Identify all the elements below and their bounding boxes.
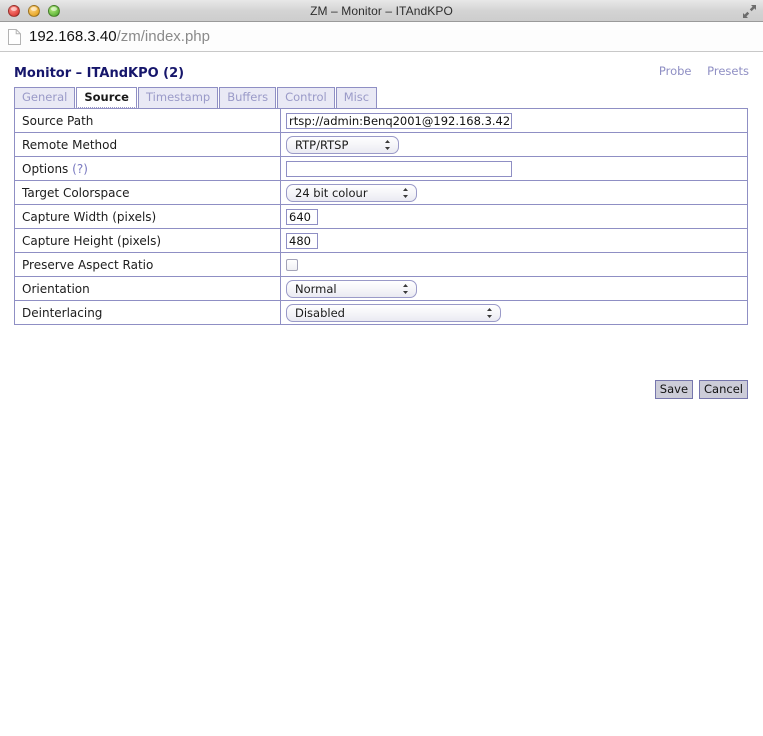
table-row: Target Colorspace 24 bit colour <box>14 180 748 205</box>
orientation-select[interactable]: Normal <box>286 279 417 298</box>
chevron-updown-icon <box>384 139 391 151</box>
capture-height-input[interactable] <box>286 232 318 249</box>
label-capture-width: Capture Width (pixels) <box>14 204 281 229</box>
deinterlacing-select[interactable]: Disabled <box>286 303 501 322</box>
chevron-updown-icon <box>402 283 409 295</box>
field-target-colorspace: 24 bit colour <box>280 180 748 205</box>
label-source-path: Source Path <box>14 108 281 133</box>
save-button[interactable]: Save <box>654 380 694 399</box>
address-bar-url: 192.168.3.40/zm/index.php <box>29 28 210 45</box>
label-remote-method: Remote Method <box>14 132 281 157</box>
probe-link[interactable]: Probe <box>659 64 692 78</box>
presets-link[interactable]: Presets <box>707 64 749 78</box>
maximize-window-button[interactable] <box>48 5 60 17</box>
chevron-updown-icon <box>402 187 409 199</box>
page-header: Monitor – ITAndKPO (2) Probe Presets <box>14 62 749 82</box>
remote-method-select[interactable]: RTP/RTSP <box>286 135 399 154</box>
options-help-link[interactable]: (?) <box>72 162 88 176</box>
fullscreen-icon[interactable] <box>742 4 757 19</box>
deinterlacing-value: Disabled <box>295 305 345 320</box>
page-title: Monitor – ITAndKPO (2) <box>14 66 185 81</box>
page-header-links: Probe Presets <box>647 64 749 78</box>
table-row: Capture Width (pixels) <box>14 204 748 229</box>
address-bar[interactable]: 192.168.3.40/zm/index.php <box>0 22 763 52</box>
preserve-aspect-ratio-checkbox[interactable] <box>286 259 298 271</box>
url-host: 192.168.3.40 <box>29 28 117 45</box>
label-orientation: Orientation <box>14 276 281 301</box>
window-traffic-lights <box>8 5 60 17</box>
monitor-tabs: General Source Timestamp Buffers Control… <box>14 87 378 108</box>
target-colorspace-select[interactable]: 24 bit colour <box>286 183 417 202</box>
tab-control[interactable]: Control <box>277 87 335 108</box>
url-path: /zm/index.php <box>116 28 210 45</box>
source-path-input[interactable] <box>286 112 512 129</box>
table-row: Deinterlacing Disabled <box>14 300 748 325</box>
remote-method-value: RTP/RTSP <box>295 137 349 152</box>
page-content: Monitor – ITAndKPO (2) Probe Presets Gen… <box>0 52 763 735</box>
source-settings-table: Source Path Remote Method RTP/RTSP <box>14 108 748 325</box>
field-preserve-aspect-ratio <box>280 252 748 277</box>
table-row: Orientation Normal <box>14 276 748 301</box>
form-actions: Save Cancel <box>654 380 748 399</box>
label-capture-height: Capture Height (pixels) <box>14 228 281 253</box>
window-title: ZM – Monitor – ITAndKPO <box>310 3 453 18</box>
label-options-text: Options <box>22 161 69 176</box>
label-options: Options (?) <box>14 156 281 181</box>
minimize-window-button[interactable] <box>28 5 40 17</box>
table-row: Options (?) <box>14 156 748 181</box>
orientation-value: Normal <box>295 281 337 296</box>
label-deinterlacing: Deinterlacing <box>14 300 281 325</box>
window-titlebar: ZM – Monitor – ITAndKPO <box>0 0 763 22</box>
field-capture-height <box>280 228 748 253</box>
field-orientation: Normal <box>280 276 748 301</box>
capture-width-input[interactable] <box>286 208 318 225</box>
tab-misc[interactable]: Misc <box>335 87 378 108</box>
field-deinterlacing: Disabled <box>280 300 748 325</box>
label-target-colorspace: Target Colorspace <box>14 180 281 205</box>
page-document-icon <box>8 28 21 45</box>
cancel-button[interactable]: Cancel <box>699 380 748 399</box>
field-options <box>280 156 748 181</box>
table-row: Capture Height (pixels) <box>14 228 748 253</box>
field-capture-width <box>280 204 748 229</box>
browser-window: ZM – Monitor – ITAndKPO 192.168.3.40/zm/… <box>0 0 763 736</box>
tab-general[interactable]: General <box>14 87 76 108</box>
close-window-button[interactable] <box>8 5 20 17</box>
table-row: Source Path <box>14 108 748 133</box>
field-remote-method: RTP/RTSP <box>280 132 748 157</box>
tab-buffers[interactable]: Buffers <box>219 87 277 108</box>
field-source-path <box>280 108 748 133</box>
tab-source[interactable]: Source <box>76 87 137 108</box>
target-colorspace-value: 24 bit colour <box>295 185 368 200</box>
label-preserve-aspect-ratio: Preserve Aspect Ratio <box>14 252 281 277</box>
table-row: Remote Method RTP/RTSP <box>14 132 748 157</box>
chevron-updown-icon <box>486 307 493 319</box>
options-input[interactable] <box>286 160 512 177</box>
tab-timestamp[interactable]: Timestamp <box>138 87 219 108</box>
table-row: Preserve Aspect Ratio <box>14 252 748 277</box>
